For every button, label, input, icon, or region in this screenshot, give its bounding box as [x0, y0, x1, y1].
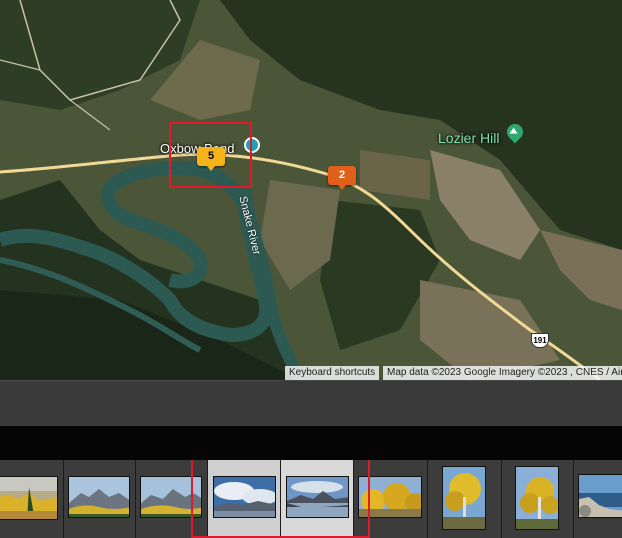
app-window: Oxbow Bend Lozier Hill Snake River 191 5… [0, 0, 622, 538]
filmstrip-cell[interactable] [502, 460, 574, 538]
filmstrip-cell[interactable] [0, 460, 64, 538]
route-shield-icon: 191 [531, 333, 549, 348]
filmstrip-cell-selected[interactable] [281, 460, 354, 538]
photo-cluster-marker[interactable]: 2 [328, 166, 356, 190]
map-view[interactable]: Oxbow Bend Lozier Hill Snake River 191 5… [0, 0, 622, 380]
filmstrip-cell[interactable] [428, 460, 502, 538]
photo-thumbnail[interactable] [213, 476, 276, 518]
photo-thumbnail[interactable] [286, 476, 349, 518]
poi-pin-icon[interactable] [244, 137, 260, 153]
filmstrip-cell-selected[interactable] [208, 460, 281, 538]
photo-thumbnail[interactable] [515, 466, 559, 530]
photo-thumbnail[interactable] [358, 476, 422, 518]
filmstrip[interactable] [0, 460, 622, 538]
photo-cluster-marker[interactable]: 5 [197, 147, 225, 171]
photo-thumbnail[interactable] [578, 474, 622, 518]
toolbar [0, 380, 622, 426]
photo-thumbnail[interactable] [140, 476, 202, 518]
satellite-imagery [0, 0, 622, 380]
filmstrip-header [0, 426, 622, 460]
filmstrip-cell[interactable] [64, 460, 136, 538]
photo-thumbnail[interactable] [0, 476, 58, 520]
place-label-lozier-hill: Lozier Hill [438, 130, 500, 146]
filmstrip-cell[interactable] [354, 460, 428, 538]
filmstrip-cell[interactable] [574, 460, 622, 538]
filmstrip-cell[interactable] [136, 460, 208, 538]
photo-thumbnail[interactable] [68, 476, 130, 518]
map-attribution: Map data ©2023 Google Imagery ©2023 , CN… [383, 366, 622, 380]
keyboard-shortcuts-link[interactable]: Keyboard shortcuts [285, 366, 380, 380]
photo-thumbnail[interactable] [442, 466, 486, 530]
